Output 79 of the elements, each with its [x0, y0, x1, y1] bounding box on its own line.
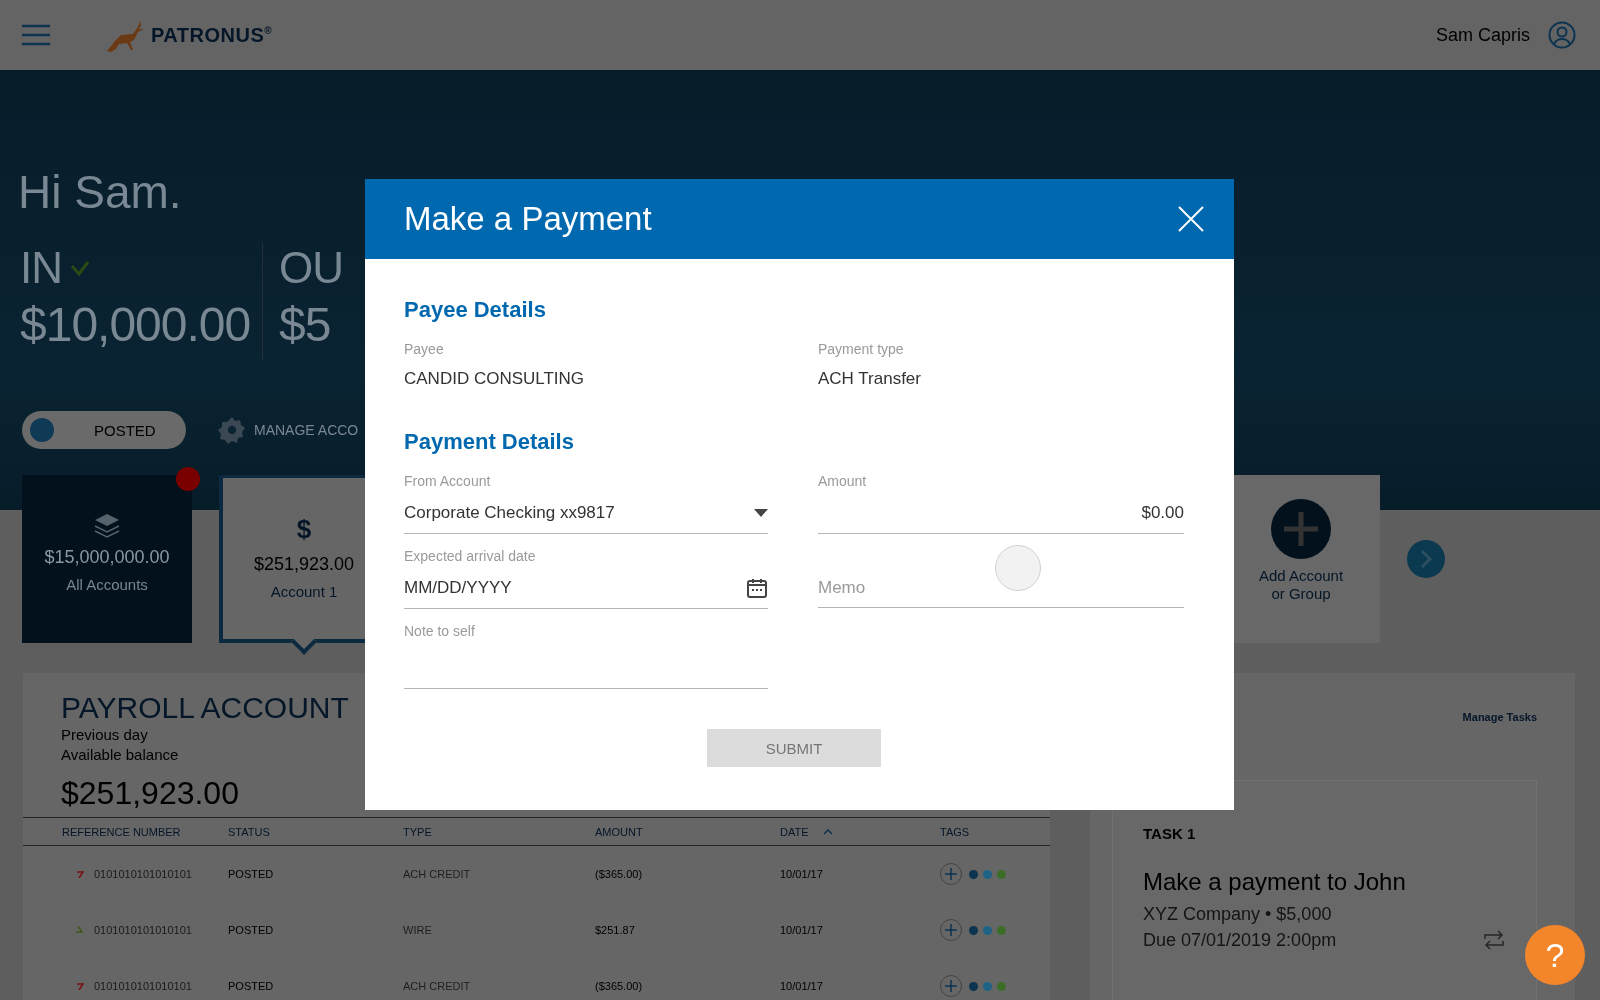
task-label: TASK 1 — [1143, 825, 1196, 842]
account-balance: $251,923.00 — [253, 554, 355, 575]
menu-icon[interactable] — [22, 24, 50, 46]
section-heading: Payment Details — [404, 429, 575, 455]
caret-icon — [754, 509, 768, 517]
field-label: Note to self — [404, 623, 476, 641]
column-header[interactable]: AMOUNT — [595, 825, 643, 838]
plus-icon — [945, 980, 957, 992]
table-cell-text: 10/01/17 — [780, 924, 824, 936]
section-heading: Payee Details — [404, 297, 547, 323]
task-due-date: Due 07/01/2019 2:00pm — [1143, 929, 1337, 951]
table-cell-text: POSTED — [228, 868, 275, 880]
task-detail: XYZ Company • $5,000 — [1143, 904, 1333, 925]
dollar-icon: $ — [296, 514, 312, 546]
field-label: Expected arrival date — [404, 548, 537, 566]
field-value: ACH Transfer — [818, 369, 922, 389]
layers-icon — [93, 511, 121, 539]
table-cell-text: $251.87 — [595, 924, 636, 936]
dialog-title: Make a Payment — [404, 200, 652, 238]
field-value: CANDID CONSULTING — [404, 369, 586, 389]
check-icon — [70, 260, 90, 276]
column-header[interactable]: DATE — [780, 825, 809, 838]
account-name: Account 1 — [270, 583, 338, 600]
repeat-icon[interactable] — [1482, 929, 1506, 951]
balance-caption: Available balance — [61, 745, 179, 765]
account-dropdown[interactable]: Corporate Checking xx9817 — [404, 493, 768, 534]
table-cell: 0101010101010101 — [94, 924, 192, 936]
field-label: Payment type — [818, 341, 905, 359]
task-title: Make a payment to John — [1143, 868, 1407, 896]
column-header[interactable]: TYPE — [403, 825, 432, 838]
table-cell-text: ($365.00) — [595, 980, 644, 992]
manage-accounts-link[interactable]: MANAGE ACCO — [254, 422, 359, 438]
gear-icon[interactable] — [218, 416, 246, 444]
close-button[interactable] — [1178, 206, 1204, 232]
manage-tasks-link[interactable]: Manage Tasks — [1462, 711, 1537, 723]
account-name: All Accounts — [66, 576, 148, 593]
out-label: OU — [279, 243, 343, 293]
posted-toggle[interactable]: POSTED — [22, 411, 186, 449]
calendar-icon[interactable] — [746, 577, 768, 599]
field-label: Amount — [818, 473, 868, 491]
field-label: Payee — [404, 341, 445, 359]
table-cell-text: POSTED — [228, 980, 275, 992]
table-cell-text: ACH CREDIT — [403, 868, 472, 880]
table-cell-text: ACH CREDIT — [403, 980, 472, 992]
field-label: From Account — [404, 473, 492, 491]
in-label: IN — [20, 243, 62, 293]
plus-icon — [945, 924, 957, 936]
table-cell-text: POSTED — [228, 924, 275, 936]
brand-name: PATRONUS$^{®}$ — [151, 23, 273, 47]
date-field[interactable]: MM/DD/YYYY — [404, 578, 740, 598]
table-cell: 0101010101010101 — [94, 980, 192, 992]
table-cell: 0101010101010101 — [94, 868, 192, 880]
balance-caption: Previous day — [61, 725, 148, 745]
account-card[interactable]: $15,000,000.00 All Accounts — [22, 475, 192, 643]
greeting: Hi Sam. — [18, 165, 182, 220]
task-card[interactable]: TASK 1 Make a payment to John XYZ Company • $5,000 Due 07/01/2019 2:00pm — [1112, 780, 1537, 1000]
account-balance: $15,000,000.00 — [44, 547, 170, 568]
amount-field[interactable]: $0.00 — [818, 503, 1184, 523]
close-icon — [1178, 206, 1204, 232]
plus-icon — [945, 868, 957, 880]
sort-caret-icon[interactable] — [822, 828, 833, 835]
column-header[interactable]: STATUS — [228, 825, 270, 838]
user-avatar-icon[interactable] — [1548, 21, 1576, 49]
plus-circle-icon — [1271, 499, 1331, 559]
column-header[interactable]: REFERENCE NUMBER — [62, 825, 181, 838]
next-button[interactable] — [1407, 540, 1445, 578]
user-name: Sam Capris — [1435, 24, 1530, 46]
account-title: PAYROLL ACCOUNT — [61, 691, 349, 725]
add-account-label: Add Account or Group — [1257, 567, 1345, 603]
available-balance: $251,923.00 — [61, 775, 239, 813]
in-amount: $10,000.00 — [20, 297, 252, 352]
table-cell-text: WIRE — [403, 924, 433, 936]
table-cell-text: ($365.00) — [595, 868, 644, 880]
table-cell-text: 10/01/17 — [780, 980, 824, 992]
table-cell-text: 10/01/17 — [780, 868, 824, 880]
column-header[interactable]: TAGS — [940, 825, 970, 838]
touch-indicator — [995, 545, 1041, 591]
chevron-right-icon — [1419, 549, 1433, 569]
out-amount: $5 — [279, 297, 332, 352]
